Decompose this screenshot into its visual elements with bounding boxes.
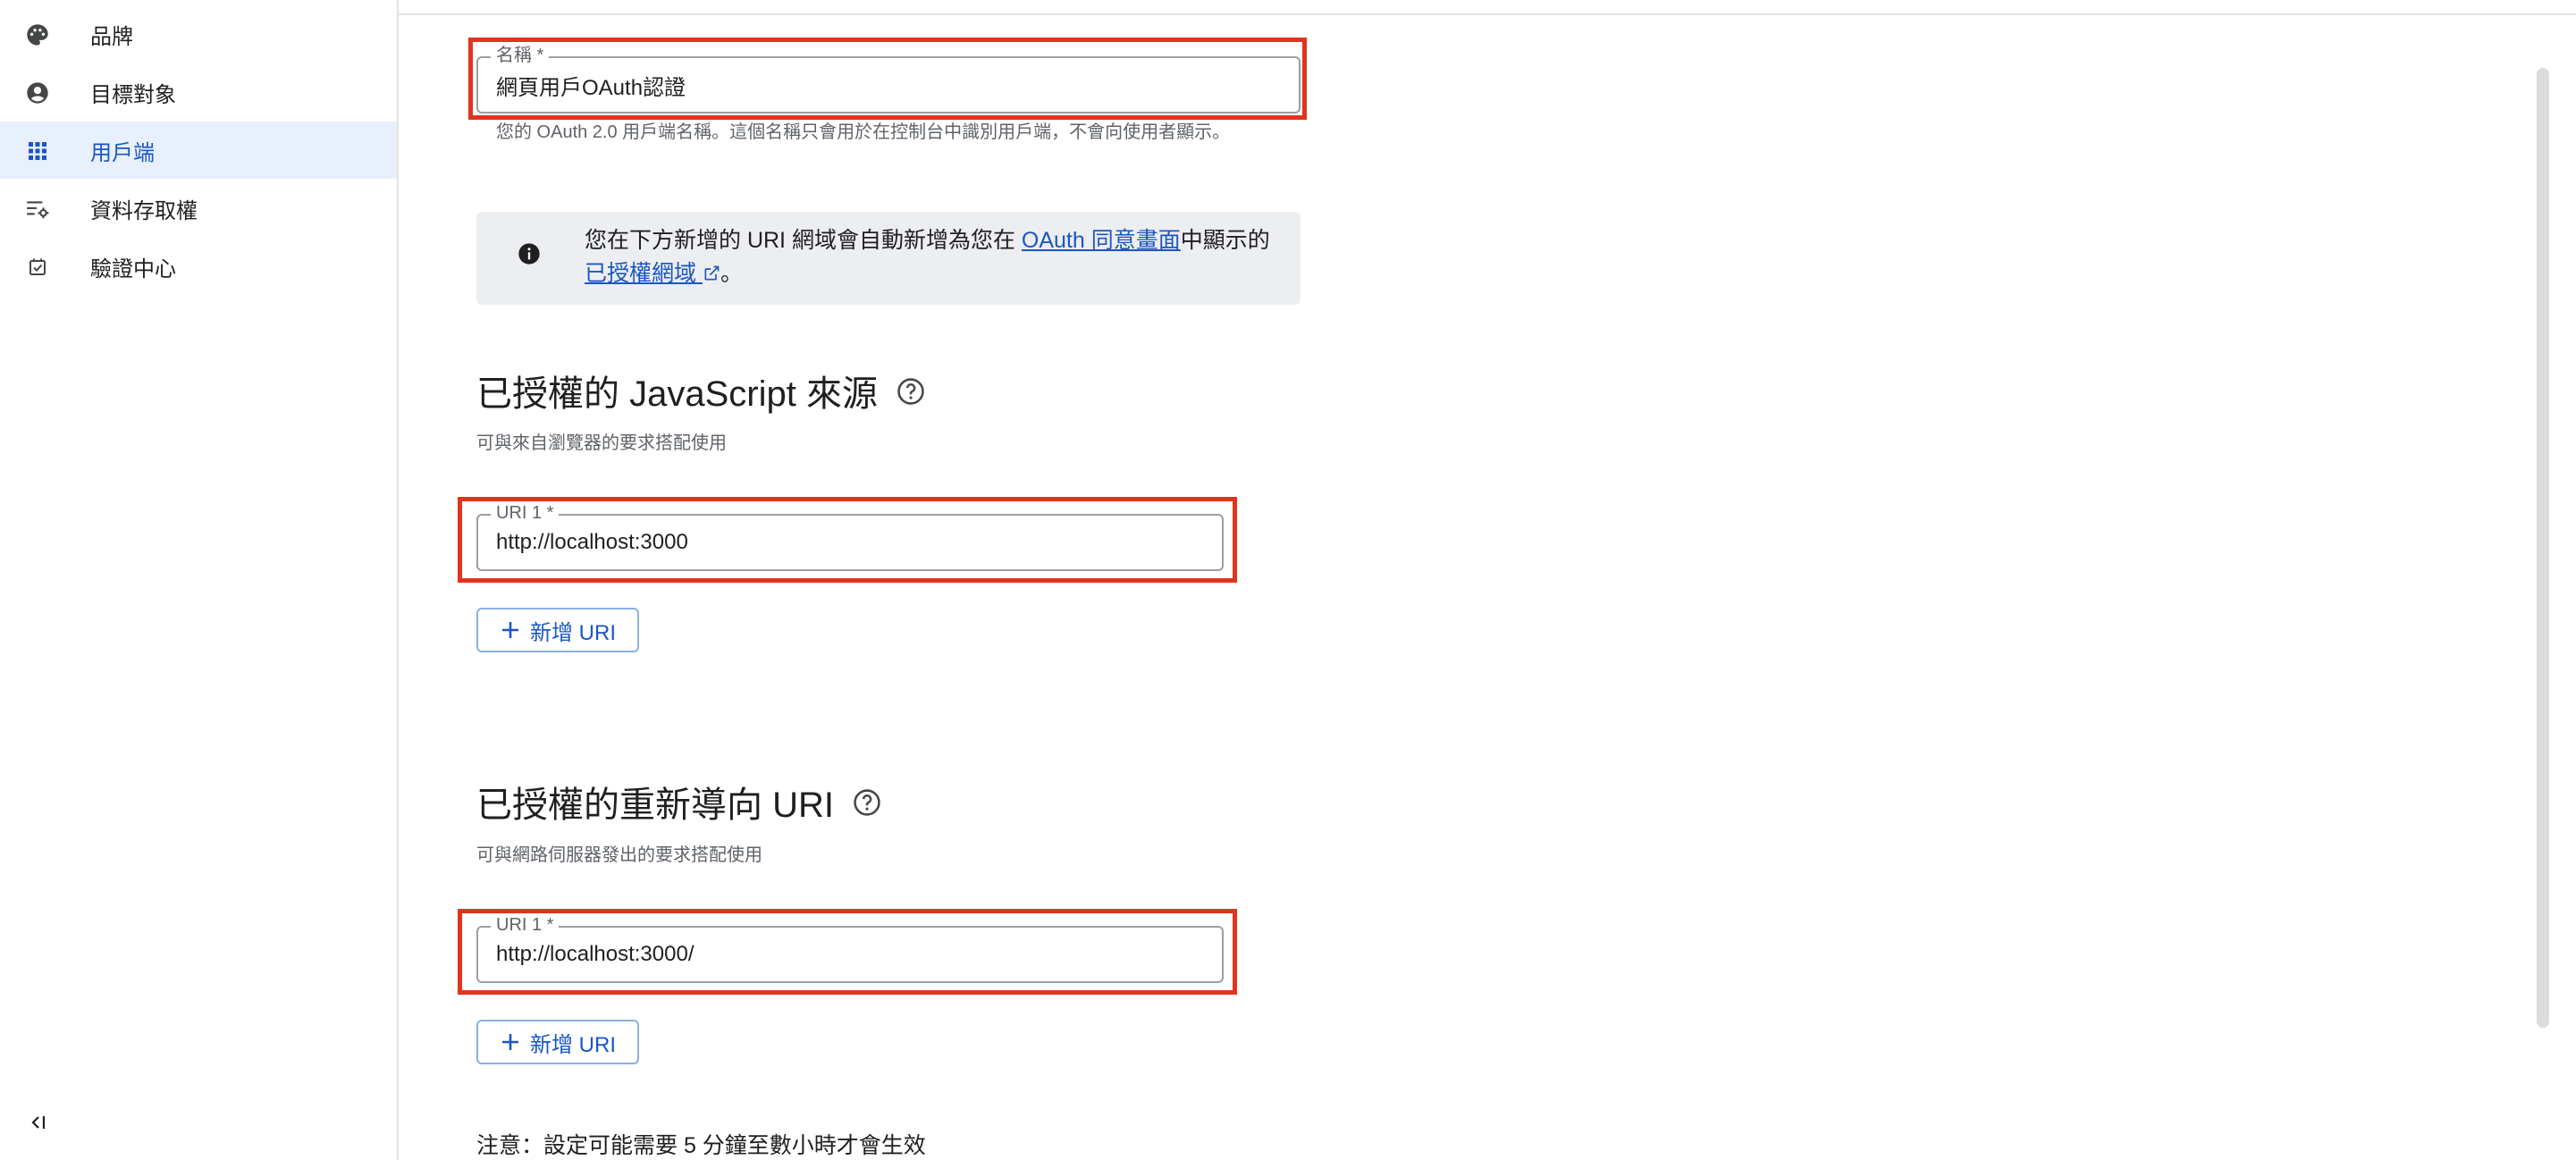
add-redirect-uri-button[interactable]: 新增 URI <box>476 1020 639 1064</box>
redirect-uris-title: 已授權的重新導向 URI <box>476 776 882 828</box>
add-uri-label: 新增 URI <box>530 620 616 645</box>
redirect-uri-input[interactable] <box>476 926 1224 983</box>
sidebar-item-audience[interactable]: 目標對象 <box>0 63 397 121</box>
authorized-domains-link[interactable]: 已授權網域 <box>585 261 720 286</box>
sidebar-item-verification-center[interactable]: 驗證中心 <box>0 238 397 295</box>
header-divider <box>399 13 2576 15</box>
help-icon[interactable] <box>896 375 926 406</box>
redirect-uris-subtitle: 可與網路伺服器發出的要求搭配使用 <box>476 845 762 865</box>
client-name-input[interactable] <box>476 56 1301 113</box>
help-icon[interactable] <box>852 786 882 817</box>
client-name-field[interactable]: 名稱 * <box>476 46 1301 113</box>
add-uri-label: 新增 URI <box>530 1032 616 1057</box>
scrollbar[interactable] <box>2537 68 2549 1028</box>
sidebar-item-label: 品牌 <box>90 24 133 49</box>
plus-icon <box>500 619 521 641</box>
list-settings-icon <box>25 197 50 222</box>
collapse-sidebar-icon <box>27 1112 48 1138</box>
palette-icon <box>25 22 50 47</box>
sidebar-item-clients[interactable]: 用戶端 <box>0 122 397 179</box>
info-banner-text: 您在下方新增的 URI 網域會自動新增為您在 OAuth 同意畫面中顯示的 已授… <box>585 224 1291 290</box>
sidebar-item-branding[interactable]: 品牌 <box>0 5 397 63</box>
settings-delay-note: 注意：設定可能需要 5 分鐘至數小時才會生效 <box>476 1133 926 1158</box>
add-js-origin-uri-button[interactable]: 新增 URI <box>476 608 639 652</box>
apps-grid-icon <box>25 139 50 164</box>
redirect-uris-heading: 已授權的重新導向 URI <box>476 786 834 825</box>
oauth-consent-screen-link[interactable]: OAuth 同意畫面 <box>1022 228 1181 253</box>
info-banner: 您在下方新增的 URI 網域會自動新增為您在 OAuth 同意畫面中顯示的 已授… <box>476 212 1301 305</box>
sidebar-item-label: 用戶端 <box>90 140 155 165</box>
js-origins-heading: 已授權的 JavaScript 來源 <box>476 374 878 414</box>
info-icon <box>517 241 542 266</box>
plus-icon <box>500 1031 521 1053</box>
external-link-icon <box>703 261 720 286</box>
sidebar-item-label: 目標對象 <box>90 82 176 107</box>
sidebar-item-label: 驗證中心 <box>90 256 176 282</box>
sidebar: 品牌 目標對象 用戶端 資料存取權 驗證中心 <box>0 0 399 1160</box>
account-circle-icon <box>25 80 50 105</box>
js-origin-uri-input[interactable] <box>476 514 1224 571</box>
info-text-before: 您在下方新增的 URI 網域會自動新增為您在 <box>585 228 1015 253</box>
client-name-helper-text: 您的 OAuth 2.0 用戶端名稱。這個名稱只會用於在控制台中識別用戶端，不會… <box>496 122 1231 142</box>
js-origin-uri-field[interactable]: URI 1 * <box>476 503 1224 571</box>
verified-checkbox-icon <box>25 255 50 280</box>
authorized-domains-link-label: 已授權網域 <box>585 261 697 286</box>
redirect-uri-field[interactable]: URI 1 * <box>476 915 1224 983</box>
js-origins-title: 已授權的 JavaScript 來源 <box>476 365 926 416</box>
info-text-after: 。 <box>720 261 743 286</box>
sidebar-item-data-access[interactable]: 資料存取權 <box>0 180 397 237</box>
sidebar-item-label: 資料存取權 <box>90 198 198 223</box>
info-text-middle: 中顯示的 <box>1180 228 1270 253</box>
collapse-sidebar-button[interactable] <box>21 1108 54 1140</box>
js-origins-subtitle: 可與來自瀏覽器的要求搭配使用 <box>476 433 727 453</box>
